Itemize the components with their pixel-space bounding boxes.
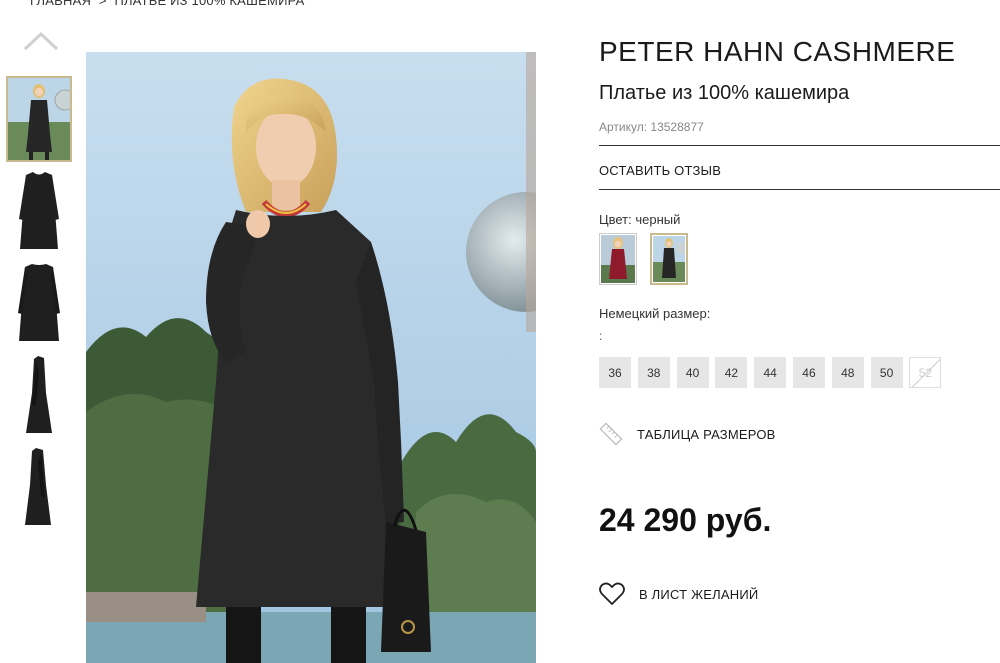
add-to-wishlist-button[interactable]: В ЛИСТ ЖЕЛАНИЙ (599, 582, 758, 606)
wishlist-label: В ЛИСТ ЖЕЛАНИЙ (639, 586, 759, 602)
product-article: Артикул: 13528877 (599, 120, 704, 134)
product-price: 24 290 руб. (599, 502, 772, 538)
selected-size-value: : (599, 329, 603, 343)
leave-review-link[interactable]: ОСТАВИТЬ ОТЗЫВ (599, 163, 721, 178)
gallery-thumbnails (6, 76, 74, 536)
size-table-label: ТАБЛИЦА РАЗМЕРОВ (637, 426, 776, 442)
size-option-unavailable: 52 (909, 357, 942, 388)
size-table-link[interactable]: ТАБЛИЦА РАЗМЕРОВ (599, 422, 776, 446)
chevron-up-icon (23, 31, 59, 51)
size-option[interactable]: 42 (715, 357, 748, 388)
size-option[interactable]: 38 (637, 357, 670, 388)
breadcrumb-current: ПЛАТЬЕ ИЗ 100% КАШЕМИРА (114, 0, 305, 8)
heart-icon (599, 582, 625, 605)
main-product-image[interactable] (86, 52, 536, 663)
gallery-thumbnail[interactable] (6, 352, 72, 438)
ruler-icon (599, 422, 623, 446)
size-option[interactable]: 44 (754, 357, 787, 388)
breadcrumb: ГЛАВНАЯ > ПЛАТЬЕ ИЗ 100% КАШЕМИРА (30, 0, 308, 8)
divider (599, 189, 1000, 190)
size-option[interactable]: 48 (831, 357, 864, 388)
size-option[interactable]: 46 (792, 357, 825, 388)
divider (599, 145, 1000, 146)
size-label: Немецкий размер: (599, 306, 711, 321)
gallery-thumbnail[interactable] (6, 260, 72, 346)
size-selector: 36 38 40 42 44 46 48 50 52 (599, 357, 948, 388)
gallery-thumbnail[interactable] (6, 76, 72, 162)
gallery-thumbnail[interactable] (6, 444, 72, 530)
product-brand[interactable]: PETER HAHN CASHMERE (599, 36, 955, 68)
size-option[interactable]: 36 (599, 357, 631, 388)
color-label: Цвет: черный (599, 212, 681, 227)
breadcrumb-home[interactable]: ГЛАВНАЯ (30, 0, 91, 8)
breadcrumb-separator: > (98, 0, 107, 8)
size-option[interactable]: 40 (676, 357, 709, 388)
gallery-thumbnail[interactable] (6, 168, 72, 254)
color-swatch-black[interactable] (650, 233, 688, 285)
size-option[interactable]: 50 (870, 357, 903, 388)
color-swatch-red[interactable] (599, 233, 637, 285)
gallery-up-button[interactable] (22, 30, 60, 52)
product-title: Платье из 100% кашемира (599, 82, 850, 104)
